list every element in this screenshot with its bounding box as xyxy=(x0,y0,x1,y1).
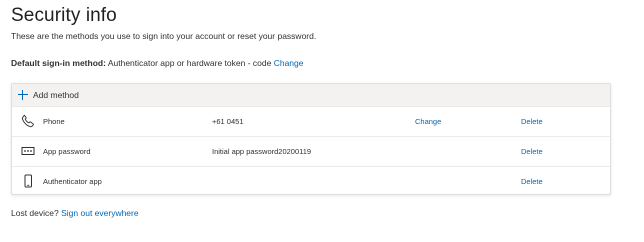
method-name: App password xyxy=(43,147,91,156)
default-method-value: Authenticator app or hardware token - co… xyxy=(107,58,272,68)
change-phone-link[interactable]: Change xyxy=(415,117,441,126)
change-default-method-link[interactable]: Change xyxy=(274,58,304,68)
lost-device-text: Lost device? xyxy=(11,208,59,218)
method-row-authenticator-app: Authenticator app Delete xyxy=(12,166,610,196)
method-row-app-password: App password Initial app password2020011… xyxy=(12,136,610,166)
method-name: Phone xyxy=(43,117,65,126)
authenticator-app-icon xyxy=(21,174,35,188)
default-sign-in-method: Default sign-in method: Authenticator ap… xyxy=(11,58,303,68)
add-method-button[interactable]: Add method xyxy=(12,84,610,106)
page-subtitle: These are the methods you use to sign in… xyxy=(11,31,317,41)
method-row-phone: Phone +61 0451 Change Delete xyxy=(12,106,610,136)
delete-app-password-link[interactable]: Delete xyxy=(521,147,543,156)
delete-phone-link[interactable]: Delete xyxy=(521,117,543,126)
lost-device: Lost device? Sign out everywhere xyxy=(11,208,139,218)
phone-icon xyxy=(21,114,35,128)
add-method-label: Add method xyxy=(33,90,79,100)
method-value: +61 0451 xyxy=(212,117,244,126)
app-password-icon xyxy=(21,144,35,158)
page-title: Security info xyxy=(11,5,117,26)
delete-authenticator-app-link[interactable]: Delete xyxy=(521,177,543,186)
plus-icon xyxy=(18,90,28,100)
default-method-label: Default sign-in method: xyxy=(11,58,106,68)
sign-out-everywhere-link[interactable]: Sign out everywhere xyxy=(61,208,139,218)
method-value: Initial app password20200119 xyxy=(212,147,312,156)
methods-card: Add method Phone +61 0451 Change Delete … xyxy=(11,83,611,195)
method-name: Authenticator app xyxy=(43,177,102,186)
